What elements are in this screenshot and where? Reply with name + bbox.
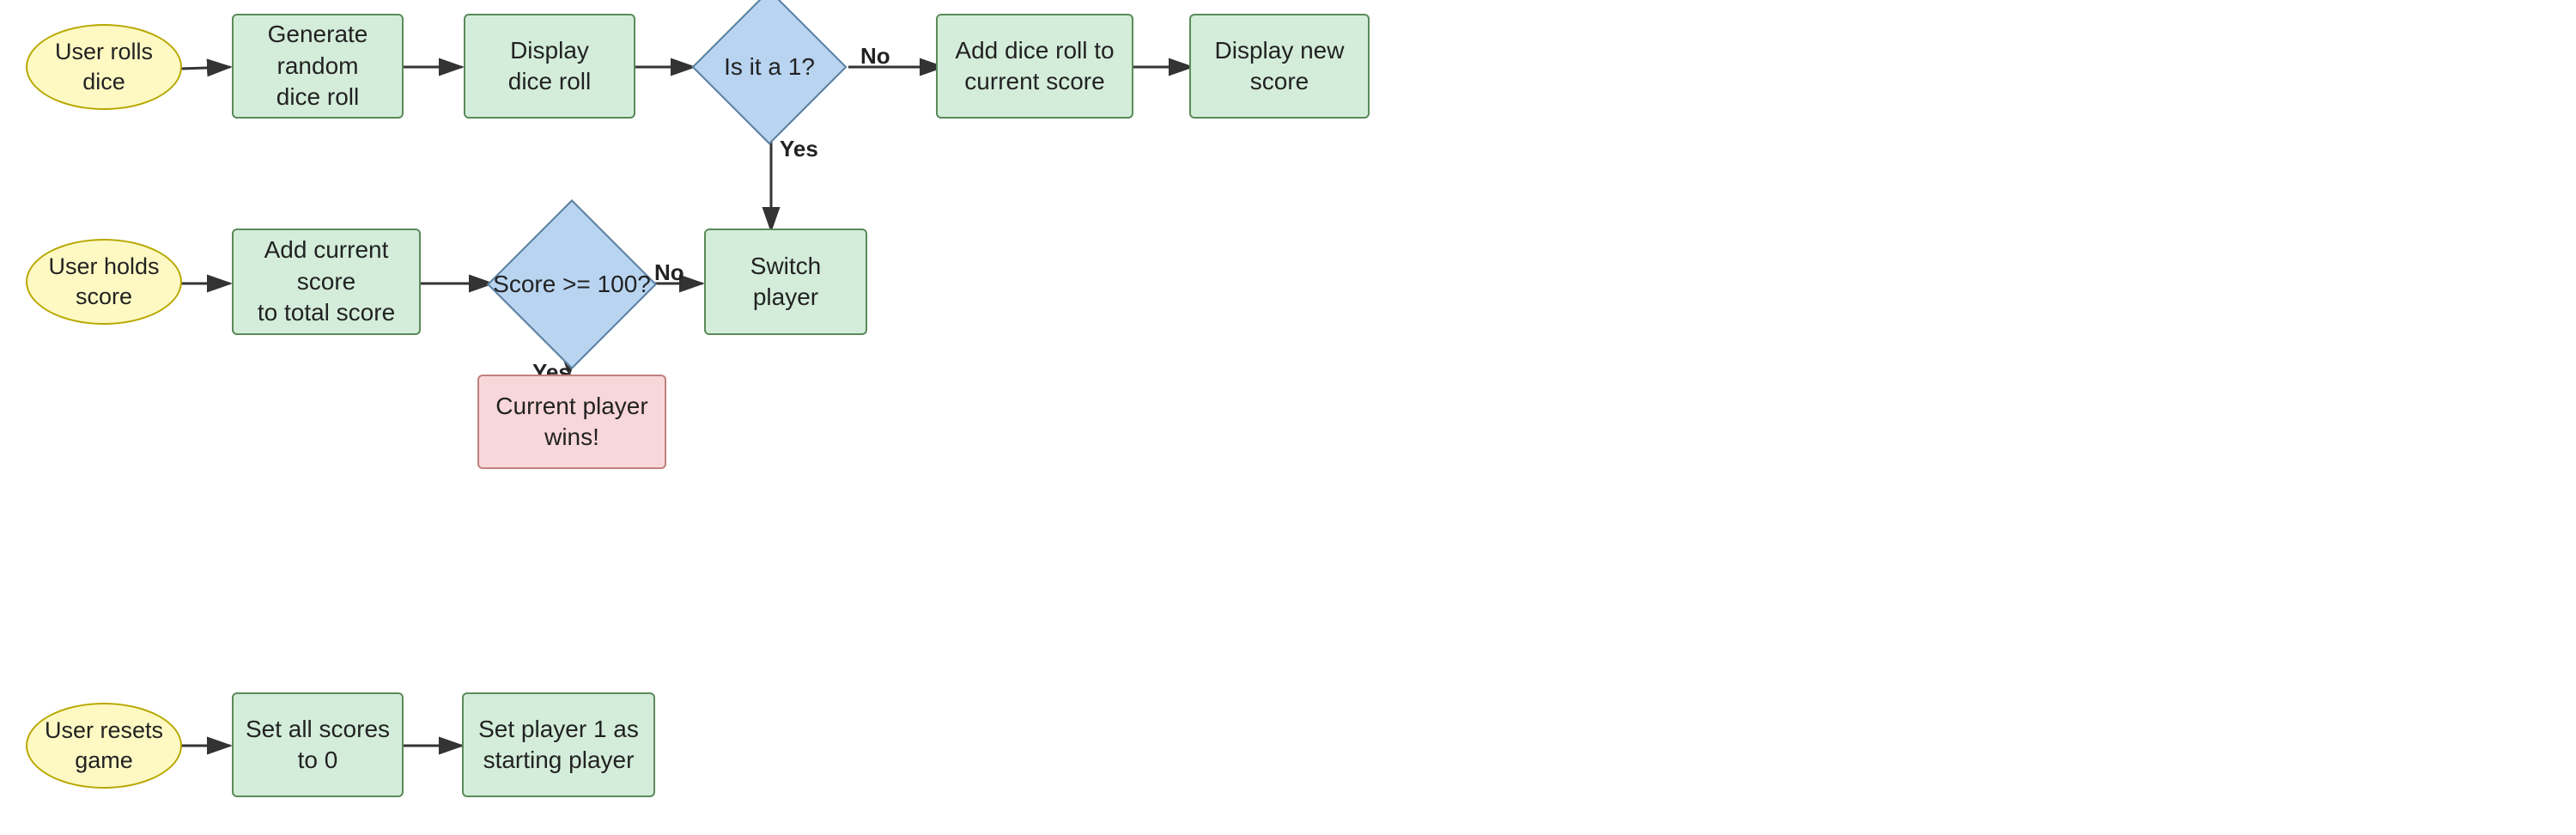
- is-it-1-label: No Is it a 1?: [724, 52, 815, 82]
- is-it-1-diamond: No Is it a 1?: [683, 5, 855, 129]
- set-player1-starting: Set player 1 as starting player: [462, 692, 655, 797]
- display-dice-roll: Display dice roll: [464, 14, 635, 119]
- label-yes-top: Yes: [780, 136, 818, 162]
- set-all-scores: Set all scores to 0: [232, 692, 404, 797]
- user-holds-score: User holds score: [26, 239, 182, 325]
- add-dice-roll: Add dice roll to current score: [936, 14, 1133, 119]
- user-resets-game: User resets game: [26, 703, 182, 789]
- label-no-mid: No: [654, 259, 684, 286]
- user-rolls-dice: User rolls dice: [26, 24, 182, 110]
- switch-player: Switch player: [704, 229, 867, 335]
- add-current-score: Add current score to total score: [232, 229, 421, 335]
- label-no-top: No: [860, 43, 890, 70]
- generate-random-dice-roll: Generate random dice roll: [232, 14, 404, 119]
- current-player-wins: Current player wins!: [477, 375, 666, 469]
- score-gte-100-label: Score >= 100?: [493, 269, 651, 300]
- flowchart: No Yes No Yes User rolls dice Generate r…: [0, 0, 2576, 835]
- score-gte-100-diamond: Score >= 100?: [486, 220, 658, 349]
- display-new-score: Display new score: [1189, 14, 1370, 119]
